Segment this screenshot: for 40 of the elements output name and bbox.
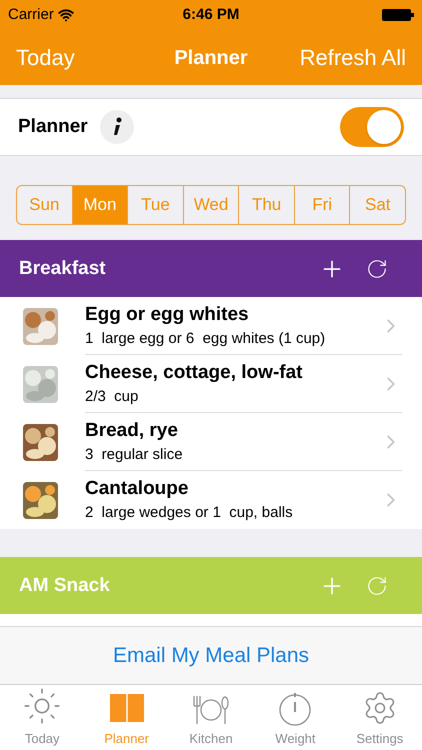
planner-toggle[interactable] xyxy=(340,106,404,147)
food-amount: 1 large egg or 6 egg whites (1 cup) xyxy=(85,328,326,349)
tab-bar-item[interactable]: Kitchen xyxy=(168,685,254,750)
food-name: Bread, rye xyxy=(85,418,179,443)
food-row[interactable]: Cantaloupe 2 large wedges or 1 cup, balls xyxy=(0,471,422,530)
food-amount: 2/3 cup xyxy=(85,386,140,407)
food-name: Egg or egg whites xyxy=(85,302,250,327)
food-row[interactable]: Egg or egg whites 1 large egg or 6 egg whites (1 cup) xyxy=(0,297,422,356)
food-row[interactable]: Bread, rye 3 regular slice xyxy=(0,413,422,472)
sun-icon xyxy=(22,686,62,726)
day-tab[interactable]: Wed xyxy=(182,186,238,224)
day-tab[interactable]: Fri xyxy=(294,186,350,224)
refresh-icon[interactable] xyxy=(366,258,388,280)
food-amount: 2 large wedges or 1 cup, balls xyxy=(85,503,294,524)
meal-title: Breakfast xyxy=(19,256,107,281)
tab-bar-item[interactable]: Today xyxy=(0,685,84,750)
today-nav-button[interactable]: Today xyxy=(16,41,75,74)
wifi-icon xyxy=(58,7,74,23)
meal-title: AM Snack xyxy=(19,574,111,598)
tab-bar-item[interactable]: Planner xyxy=(84,685,169,750)
day-tab[interactable]: Thu xyxy=(238,186,294,224)
food-row[interactable]: Cheese, cottage, low-fat 2/3 cup xyxy=(0,355,422,414)
refresh-all-button[interactable]: Refresh All xyxy=(300,41,406,74)
day-tab[interactable]: Sat xyxy=(349,186,405,224)
food-amount: 3 regular slice xyxy=(85,444,184,465)
status-time: 6:46 PM xyxy=(182,4,240,25)
nav-title: Planner xyxy=(174,46,248,70)
day-tab[interactable]: Tue xyxy=(127,186,183,224)
dial-icon xyxy=(278,692,312,726)
info-icon[interactable] xyxy=(100,110,134,144)
food-name: Cheese, cottage, low-fat xyxy=(85,360,304,385)
planner-label: Planner xyxy=(18,114,88,139)
battery-icon xyxy=(382,9,414,21)
day-tab[interactable]: Sun xyxy=(17,186,72,224)
tab-bar-item[interactable]: Settings xyxy=(338,685,422,750)
food-name: Cantaloupe xyxy=(85,477,190,502)
plate-icon xyxy=(191,694,232,726)
tab-bar-item[interactable]: Weight xyxy=(253,685,338,750)
day-tab[interactable]: Mon xyxy=(72,186,128,224)
carrier-label: Carrier xyxy=(8,4,54,25)
